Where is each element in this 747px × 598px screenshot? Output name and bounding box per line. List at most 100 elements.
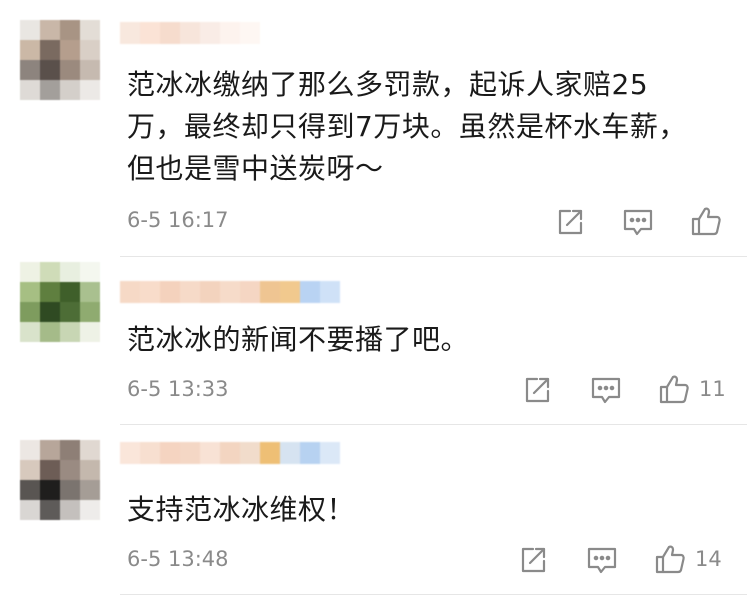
share-icon bbox=[521, 547, 546, 573]
username-pixel bbox=[180, 281, 200, 303]
avatar-pixel bbox=[80, 20, 100, 40]
avatar-pixel bbox=[40, 460, 60, 480]
avatar-pixel bbox=[80, 302, 100, 322]
avatar-pixel bbox=[80, 40, 100, 60]
username-pixel bbox=[120, 22, 140, 44]
username-pixel bbox=[140, 281, 160, 303]
thumbs-up-icon bbox=[659, 375, 689, 404]
like-count: 11 bbox=[699, 377, 726, 401]
like-button[interactable]: 14 bbox=[653, 542, 722, 576]
avatar-pixel bbox=[80, 480, 100, 500]
divider bbox=[120, 594, 747, 595]
share-icon bbox=[525, 377, 550, 403]
avatar-pixel bbox=[40, 20, 60, 40]
avatar-pixel bbox=[80, 440, 100, 460]
avatar-pixel bbox=[40, 282, 60, 302]
share-button[interactable] bbox=[554, 206, 586, 238]
comment-text: 支持范冰冰维权！ bbox=[127, 493, 356, 526]
avatar-pixel bbox=[60, 80, 80, 100]
comment-icon bbox=[591, 377, 621, 404]
username-pixel bbox=[220, 22, 240, 44]
username-pixel bbox=[160, 281, 180, 303]
avatar-pixel bbox=[20, 60, 40, 80]
avatar-pixel bbox=[20, 40, 40, 60]
avatar[interactable] bbox=[20, 440, 100, 520]
avatar-pixel bbox=[60, 322, 80, 342]
avatar-pixel bbox=[40, 500, 60, 520]
avatar-pixel bbox=[40, 262, 60, 282]
avatar-pixel bbox=[60, 20, 80, 40]
username-pixel bbox=[120, 281, 140, 303]
username-pixel bbox=[320, 442, 340, 464]
username-blurred[interactable] bbox=[120, 281, 340, 303]
username-pixel bbox=[300, 442, 320, 464]
username-pixel bbox=[260, 442, 280, 464]
avatar-pixel bbox=[60, 480, 80, 500]
thumbs-up-icon bbox=[691, 207, 721, 236]
share-button[interactable] bbox=[517, 544, 549, 576]
username-pixel bbox=[140, 442, 160, 464]
avatar-pixel bbox=[60, 460, 80, 480]
username-pixel bbox=[160, 442, 180, 464]
username-pixel bbox=[240, 22, 260, 44]
avatar-pixel bbox=[40, 80, 60, 100]
username-pixel bbox=[240, 442, 260, 464]
like-button[interactable]: 11 bbox=[657, 372, 726, 406]
reply-button[interactable] bbox=[585, 544, 619, 576]
username-pixel bbox=[200, 281, 220, 303]
comment-icon bbox=[587, 547, 617, 574]
share-button[interactable] bbox=[521, 374, 553, 406]
avatar-pixel bbox=[80, 262, 100, 282]
username-blurred[interactable] bbox=[120, 22, 260, 44]
reply-button[interactable] bbox=[621, 206, 655, 238]
avatar-pixel bbox=[80, 500, 100, 520]
username-pixel bbox=[260, 281, 280, 303]
like-button[interactable] bbox=[689, 204, 731, 238]
comment-text: 范冰冰的新闻不要播了吧。 bbox=[127, 323, 470, 356]
reply-button[interactable] bbox=[589, 374, 623, 406]
avatar-pixel bbox=[60, 500, 80, 520]
avatar-pixel bbox=[40, 60, 60, 80]
username-pixel bbox=[140, 22, 160, 44]
avatar-pixel bbox=[20, 480, 40, 500]
username-pixel bbox=[280, 442, 300, 464]
avatar-pixel bbox=[20, 500, 40, 520]
username-pixel bbox=[180, 22, 200, 44]
avatar-pixel bbox=[20, 440, 40, 460]
avatar-pixel bbox=[40, 322, 60, 342]
avatar[interactable] bbox=[20, 20, 100, 100]
username-pixel bbox=[320, 281, 340, 303]
avatar[interactable] bbox=[20, 262, 100, 342]
comment-text: 范冰冰缴纳了那么多罚款，起诉人家赔25 万，最终却只得到7万块。虽然是杯水车薪，… bbox=[127, 68, 687, 185]
like-count: 14 bbox=[695, 547, 722, 571]
username-pixel bbox=[280, 281, 300, 303]
avatar-pixel bbox=[60, 60, 80, 80]
divider bbox=[120, 424, 747, 425]
avatar-pixel bbox=[60, 262, 80, 282]
avatar-pixel bbox=[60, 302, 80, 322]
avatar-pixel bbox=[20, 302, 40, 322]
avatar-pixel bbox=[40, 40, 60, 60]
avatar-pixel bbox=[80, 282, 100, 302]
avatar-pixel bbox=[20, 262, 40, 282]
avatar-pixel bbox=[20, 322, 40, 342]
avatar-pixel bbox=[60, 282, 80, 302]
share-icon bbox=[558, 209, 583, 235]
username-pixel bbox=[240, 281, 260, 303]
comment-icon bbox=[623, 209, 653, 236]
comment-time: 6-5 16:17 bbox=[127, 208, 229, 232]
avatar-pixel bbox=[20, 80, 40, 100]
avatar-pixel bbox=[80, 60, 100, 80]
username-blurred[interactable] bbox=[120, 442, 340, 464]
username-pixel bbox=[220, 442, 240, 464]
avatar-pixel bbox=[80, 80, 100, 100]
avatar-pixel bbox=[60, 440, 80, 460]
username-pixel bbox=[220, 281, 240, 303]
username-pixel bbox=[160, 22, 180, 44]
username-pixel bbox=[200, 442, 220, 464]
avatar-pixel bbox=[40, 480, 60, 500]
username-pixel bbox=[200, 22, 220, 44]
avatar-pixel bbox=[20, 20, 40, 40]
avatar-pixel bbox=[80, 460, 100, 480]
thumbs-up-icon bbox=[655, 545, 685, 574]
